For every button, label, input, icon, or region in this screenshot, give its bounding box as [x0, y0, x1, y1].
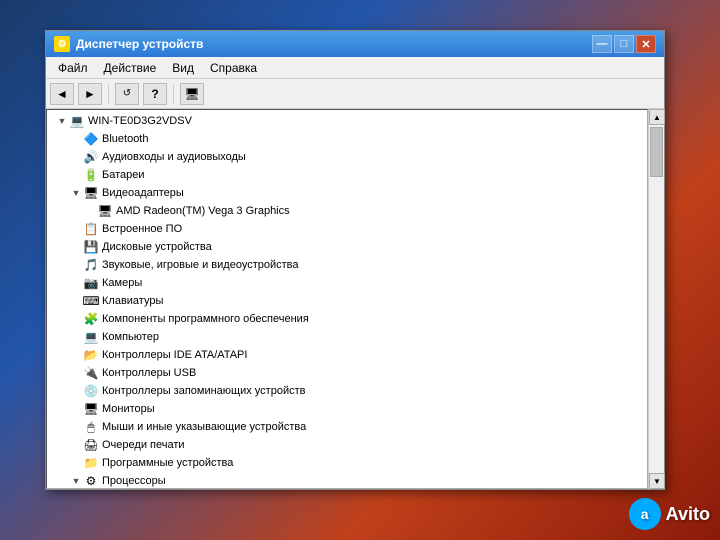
- avito-watermark: a Avito: [629, 498, 710, 530]
- scroll-up-button[interactable]: ▲: [649, 109, 665, 125]
- list-item[interactable]: ▼ ⚙ Процессоры: [47, 472, 647, 489]
- list-item[interactable]: 📷 Камеры: [47, 274, 647, 292]
- menubar: Файл Действие Вид Справка: [46, 57, 664, 79]
- list-item[interactable]: 🔋 Батареи: [47, 166, 647, 184]
- scrollbar[interactable]: ▲ ▼: [648, 109, 664, 489]
- help-button[interactable]: ?: [143, 83, 167, 105]
- list-item[interactable]: 🔌 Контроллеры USB: [47, 364, 647, 382]
- maximize-button[interactable]: □: [614, 35, 634, 53]
- tree-root[interactable]: ▼ 💻 WIN-TE0D3G2VDSV: [47, 112, 647, 130]
- scrollbar-thumb[interactable]: [650, 127, 663, 177]
- window-title: Диспетчер устройств: [76, 37, 592, 51]
- list-item[interactable]: 🖨 Очереди печати: [47, 436, 647, 454]
- close-button[interactable]: ✕: [636, 35, 656, 53]
- list-item[interactable]: 💿 Контроллеры запоминающих устройств: [47, 382, 647, 400]
- device-manager-window: ⚙ Диспетчер устройств — □ ✕ Файл Действи…: [45, 30, 665, 490]
- back-button[interactable]: ◄: [50, 83, 74, 105]
- minimize-button[interactable]: —: [592, 35, 612, 53]
- forward-button[interactable]: ►: [78, 83, 102, 105]
- titlebar-controls: — □ ✕: [592, 35, 656, 53]
- list-item[interactable]: ▼ 🖥 Видеоадаптеры: [47, 184, 647, 202]
- list-item[interactable]: 📂 Контроллеры IDE ATA/ATAPI: [47, 346, 647, 364]
- device-tree[interactable]: ▼ 💻 WIN-TE0D3G2VDSV 🔷 Bluetooth 🔊 Аудиов…: [46, 109, 648, 489]
- list-item[interactable]: 📁 Программные устройства: [47, 454, 647, 472]
- list-item[interactable]: 📋 Встроенное ПО: [47, 220, 647, 238]
- list-item[interactable]: 🖥 Мониторы: [47, 400, 647, 418]
- menu-action[interactable]: Действие: [96, 59, 165, 77]
- computer-icon: 💻: [69, 113, 85, 129]
- menu-help[interactable]: Справка: [202, 59, 265, 77]
- list-item[interactable]: 🔷 Bluetooth: [47, 130, 647, 148]
- list-item[interactable]: 🎵 Звуковые, игровые и видеоустройства: [47, 256, 647, 274]
- list-item[interactable]: 🔊 Аудиовходы и аудиовыходы: [47, 148, 647, 166]
- list-item[interactable]: 💾 Дисковые устройства: [47, 238, 647, 256]
- root-expander[interactable]: ▼: [55, 114, 69, 128]
- properties-button[interactable]: 🖥: [180, 83, 204, 105]
- toolbar-separator: [108, 84, 109, 104]
- list-item[interactable]: 🖱 Мыши и иные указывающие устройства: [47, 418, 647, 436]
- titlebar: ⚙ Диспетчер устройств — □ ✕: [46, 31, 664, 57]
- list-item[interactable]: 🖥 AMD Radeon(TM) Vega 3 Graphics: [47, 202, 647, 220]
- list-item[interactable]: ⌨ Клавиатуры: [47, 292, 647, 310]
- root-label: WIN-TE0D3G2VDSV: [88, 115, 192, 127]
- scrollbar-track[interactable]: [649, 125, 664, 473]
- list-item[interactable]: 🧩 Компоненты программного обеспечения: [47, 310, 647, 328]
- window-icon: ⚙: [54, 36, 70, 52]
- desktop: ⚙ Диспетчер устройств — □ ✕ Файл Действи…: [0, 0, 720, 540]
- avito-logo: a: [629, 498, 661, 530]
- refresh-button[interactable]: ↺: [115, 83, 139, 105]
- toolbar: ◄ ► ↺ ? 🖥: [46, 79, 664, 109]
- menu-view[interactable]: Вид: [164, 59, 202, 77]
- scroll-down-button[interactable]: ▼: [649, 473, 665, 489]
- content-area: ▼ 💻 WIN-TE0D3G2VDSV 🔷 Bluetooth 🔊 Аудиов…: [46, 109, 664, 489]
- list-item[interactable]: 💻 Компьютер: [47, 328, 647, 346]
- menu-file[interactable]: Файл: [50, 59, 96, 77]
- avito-text: Avito: [666, 504, 710, 525]
- toolbar-separator-2: [173, 84, 174, 104]
